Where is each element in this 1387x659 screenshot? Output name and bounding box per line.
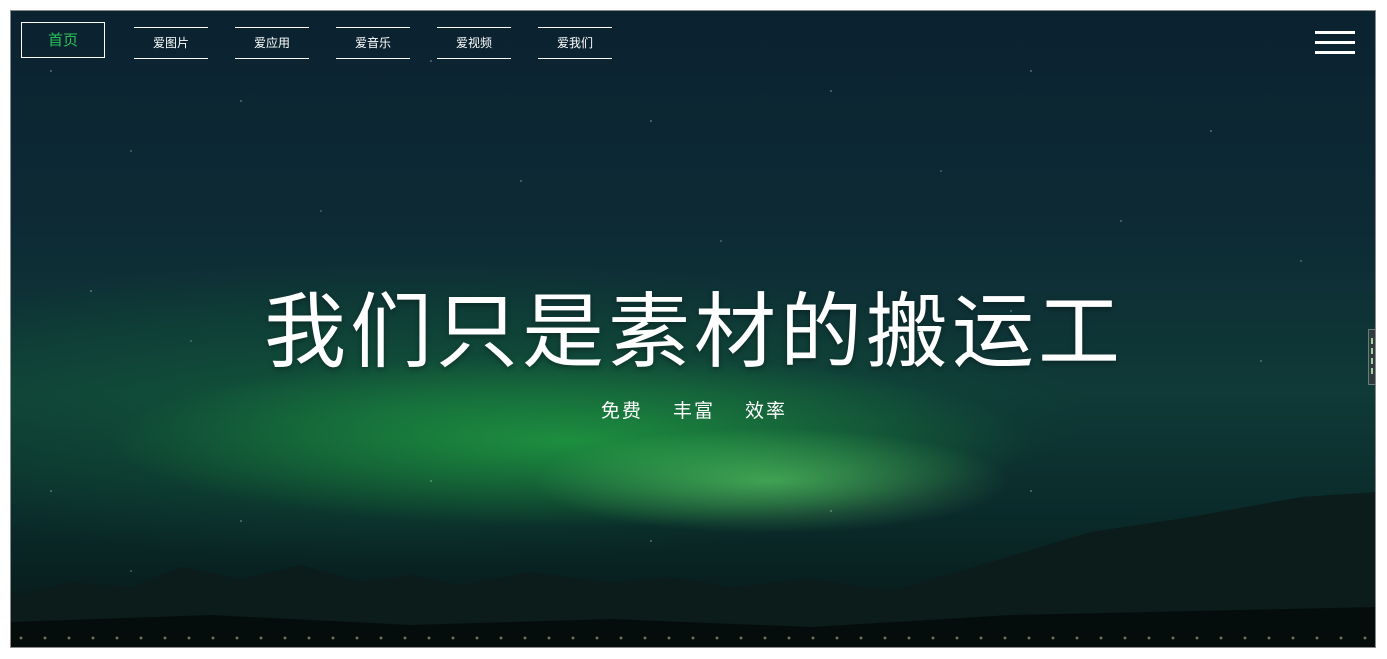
mountain-silhouette: [11, 492, 1375, 647]
city-lights: [11, 633, 1375, 643]
hero-banner: 首页 爱图片 爱应用 爱音乐 爱视频 爱我们 我们只是素材的搬运工 免费 丰富 …: [10, 10, 1376, 648]
hero-title: 我们只是素材的搬运工: [263, 285, 1124, 380]
side-scroll-handle[interactable]: [1368, 329, 1375, 385]
subtitle-rich: 丰富: [672, 400, 715, 422]
hero-subtitle: 免费 丰富 效率: [11, 399, 1375, 423]
nav-item-music[interactable]: 爱音乐: [336, 27, 410, 59]
nav-home-link[interactable]: 首页: [21, 22, 105, 58]
subtitle-free: 免费: [600, 400, 643, 422]
hamburger-menu-icon[interactable]: [1315, 31, 1355, 55]
nav-item-videos[interactable]: 爱视频: [437, 27, 511, 59]
nav-item-about-us[interactable]: 爱我们: [538, 27, 612, 59]
nav-item-pictures[interactable]: 爱图片: [134, 27, 208, 59]
nav-item-apps[interactable]: 爱应用: [235, 27, 309, 59]
subtitle-efficiency: 效率: [745, 400, 788, 422]
